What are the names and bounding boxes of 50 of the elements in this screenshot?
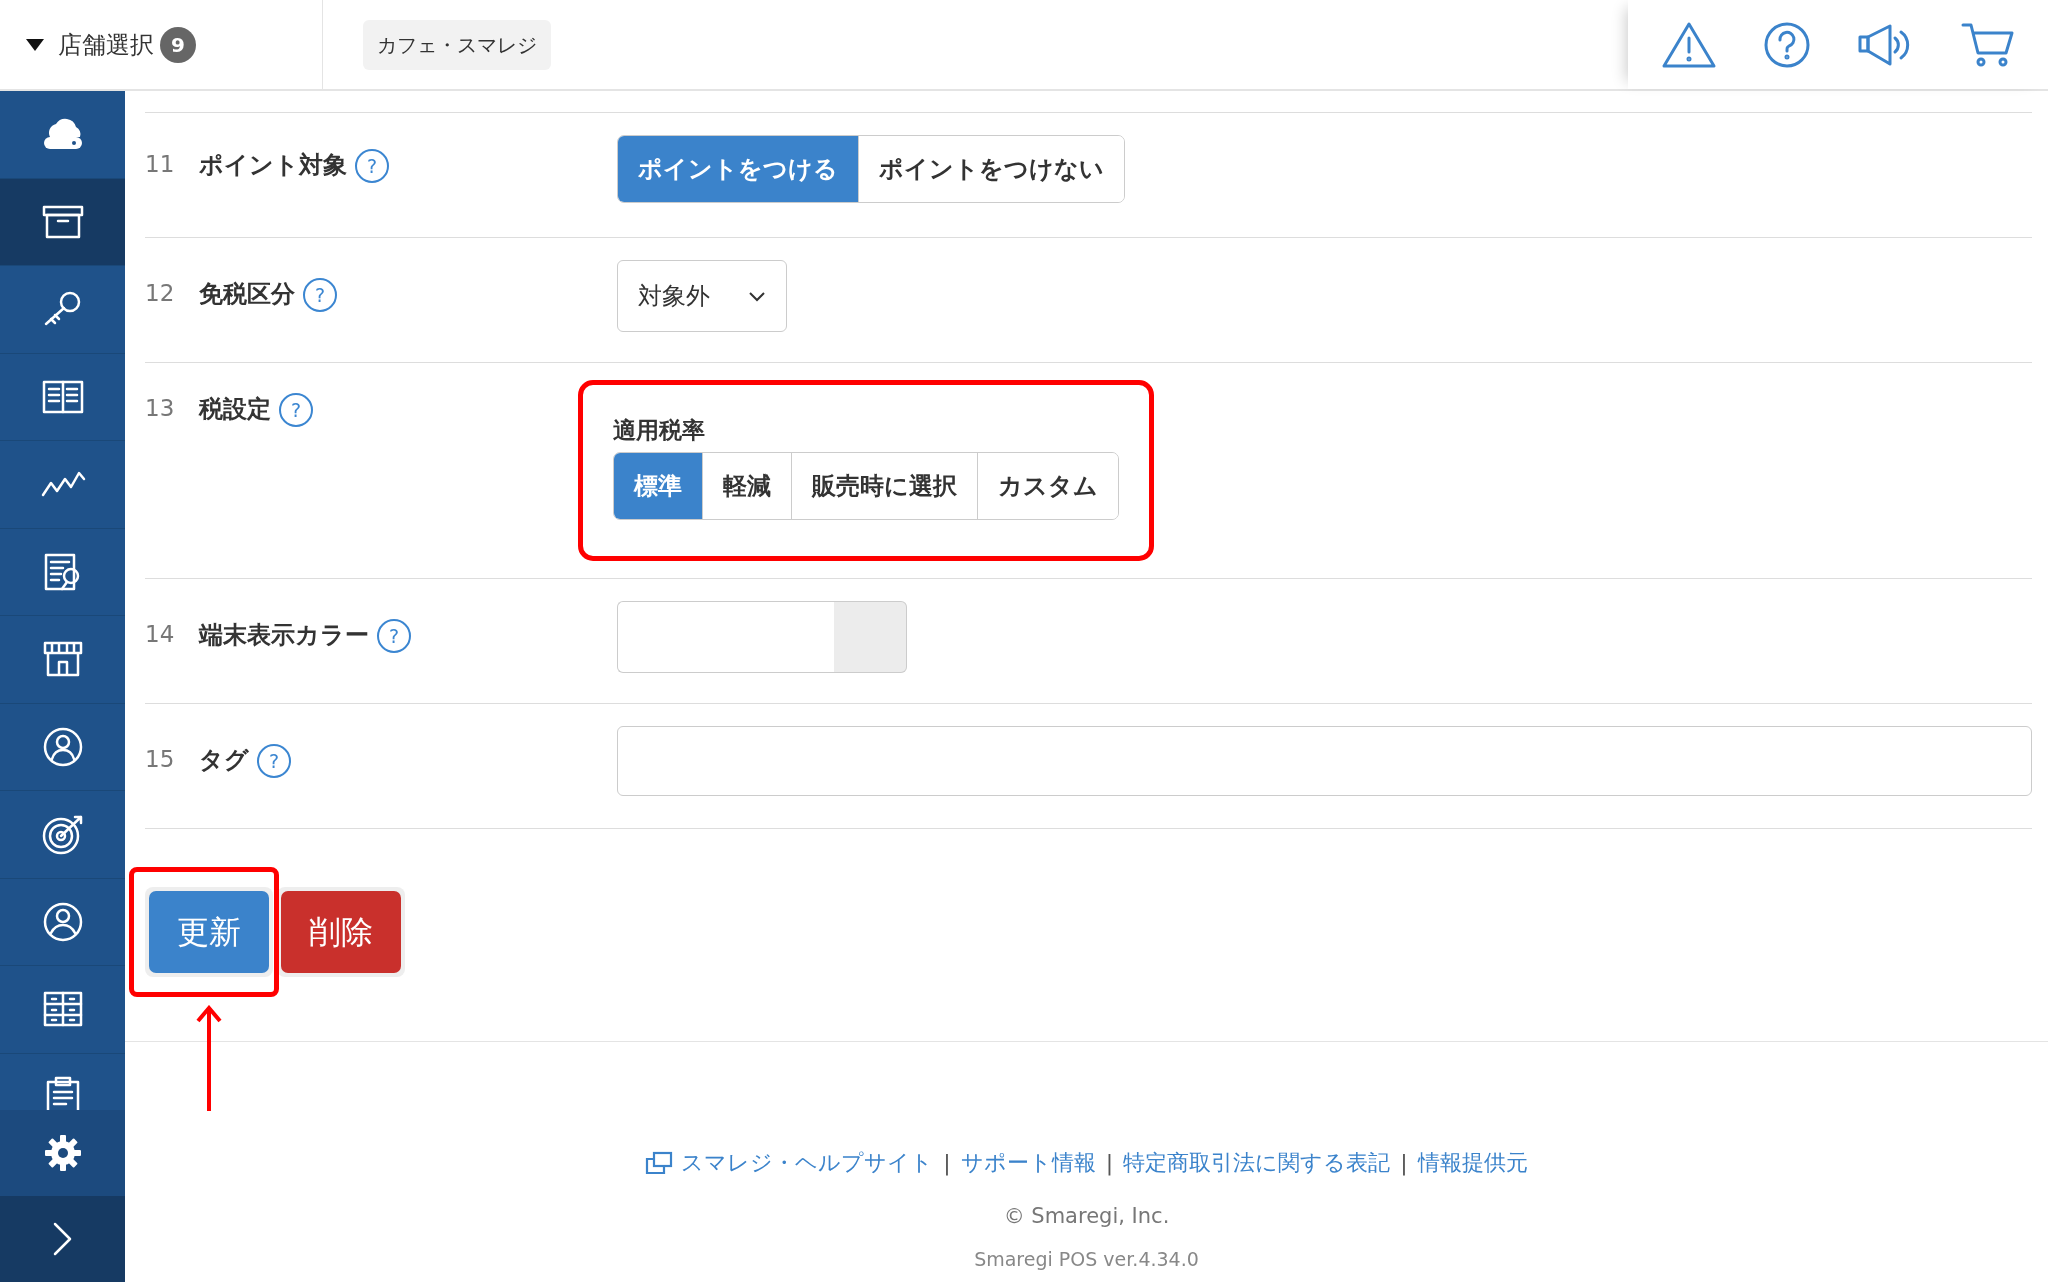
delete-button[interactable]: 削除 bbox=[281, 891, 401, 973]
settings-icon[interactable] bbox=[43, 1134, 82, 1172]
sidebar-item[interactable] bbox=[0, 178, 125, 266]
help-button[interactable]: ? bbox=[303, 278, 337, 312]
link-separator: | bbox=[943, 1149, 951, 1178]
user-circle-icon bbox=[41, 725, 84, 768]
field-caption: 適用税率 bbox=[613, 416, 706, 445]
update-button[interactable]: 更新 bbox=[149, 891, 269, 973]
footer-link[interactable]: 特定商取引法に関する表記 bbox=[1123, 1146, 1391, 1179]
version-text: Smaregi POS ver.4.34.0 bbox=[973, 1246, 1200, 1272]
field-label: 免税区分 bbox=[199, 279, 295, 310]
store-name-tag: カフェ・スマレジ bbox=[363, 19, 551, 70]
help-button[interactable]: ? bbox=[355, 149, 389, 183]
drawers-icon bbox=[41, 990, 84, 1029]
warning-icon[interactable] bbox=[1661, 20, 1717, 69]
storefront-icon bbox=[41, 640, 84, 679]
help-button[interactable]: ? bbox=[257, 744, 291, 778]
clipboard-icon bbox=[44, 1075, 81, 1110]
copyright-text: © Smaregi, Inc. bbox=[1002, 1203, 1171, 1230]
field-label: 税設定 bbox=[199, 394, 271, 425]
field-label: 端末表示カラー bbox=[199, 620, 369, 651]
field-label: ポイント対象 bbox=[199, 150, 347, 181]
footer-link[interactable]: スマレジ・ヘルプサイト bbox=[681, 1146, 934, 1179]
row-number: 13 bbox=[145, 394, 176, 423]
row-number: 11 bbox=[145, 150, 176, 179]
link-separator: | bbox=[1400, 1149, 1408, 1178]
toggle-option[interactable]: ポイントをつける bbox=[618, 136, 859, 202]
chevron-down-icon bbox=[748, 290, 766, 302]
caret-icon bbox=[26, 38, 44, 51]
archive-box-icon bbox=[41, 204, 84, 239]
field-label: タグ bbox=[199, 745, 249, 776]
footer-link[interactable]: 情報提供元 bbox=[1417, 1146, 1528, 1179]
footer-link[interactable]: サポート情報 bbox=[960, 1146, 1096, 1179]
external-link-icon bbox=[645, 1150, 674, 1175]
store-count-badge: 9 bbox=[160, 26, 196, 63]
row-number: 15 bbox=[145, 745, 176, 774]
link-separator: | bbox=[1105, 1149, 1114, 1178]
chevron-right-icon[interactable] bbox=[51, 1221, 74, 1257]
book-icon bbox=[41, 378, 84, 415]
help-button[interactable]: ? bbox=[377, 619, 411, 653]
row-number: 14 bbox=[145, 620, 176, 649]
tag-field[interactable] bbox=[617, 726, 2032, 796]
help-icon[interactable] bbox=[1763, 20, 1811, 69]
row-number: 12 bbox=[145, 279, 176, 308]
store-select-label: 店舗選択 bbox=[58, 29, 154, 61]
help-button[interactable]: ? bbox=[279, 393, 313, 427]
user-circle-icon bbox=[41, 900, 84, 943]
toggle-option[interactable]: 標準 bbox=[614, 452, 703, 519]
store-selector[interactable]: 店舗選択 9 bbox=[0, 0, 323, 89]
select-field[interactable]: 対象外 bbox=[617, 260, 787, 332]
